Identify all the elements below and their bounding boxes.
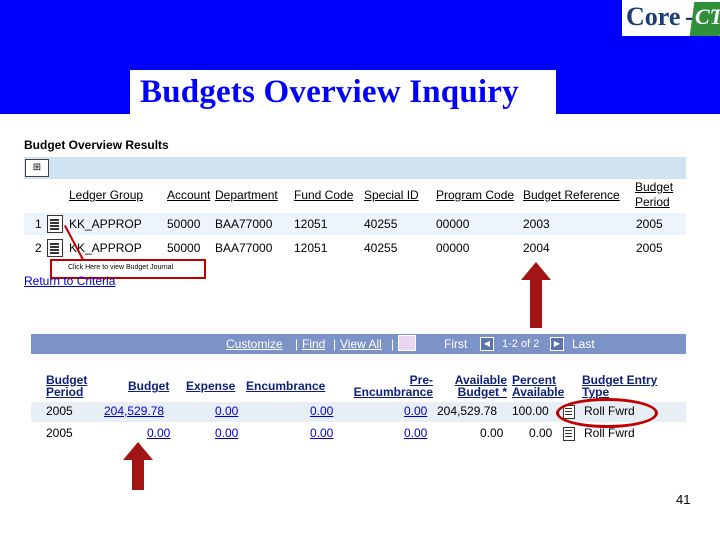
highlight-oval: [556, 398, 658, 428]
cell-program-code: 00000: [436, 241, 470, 255]
next-icon[interactable]: ▶: [550, 337, 564, 351]
col-encumbrance[interactable]: Encumbrance: [246, 380, 325, 392]
cell-special-id: 40255: [364, 241, 398, 255]
logo-ct-text: CT: [695, 4, 720, 29]
cell-percent-available: 100.00: [512, 404, 549, 418]
cell-budget-period: 2005: [46, 426, 73, 440]
expense-link[interactable]: 0.00: [215, 404, 238, 418]
cell-department: BAA77000: [215, 217, 273, 231]
col-budget-entry-type[interactable]: Budget Entry Type: [582, 374, 657, 398]
col-ledger-group[interactable]: Ledger Group: [69, 188, 143, 202]
page-title: Budgets Overview Inquiry: [140, 74, 519, 110]
col-budget-reference[interactable]: Budget Reference: [523, 188, 620, 202]
results-title: Budget Overview Results: [24, 138, 169, 152]
cell-special-id: 40255: [364, 217, 398, 231]
col-percent-available[interactable]: Percent Available: [512, 374, 564, 398]
return-to-criteria-link[interactable]: Return to Criteria: [24, 274, 115, 288]
col-special-id[interactable]: Special ID: [364, 188, 419, 202]
encumbrance-link[interactable]: 0.00: [310, 404, 333, 418]
nav-separator: |: [295, 337, 299, 351]
cell-budget-period: 2005: [636, 217, 663, 231]
up-arrow-icon: [123, 442, 153, 490]
row-number: 1: [35, 217, 42, 231]
core-ct-logo: Core - CT: [622, 0, 720, 36]
cell-available-budget: 0.00: [480, 426, 504, 440]
page-range: 1-2 of 2: [502, 338, 540, 350]
cell-account: 50000: [167, 241, 201, 255]
cell-account: 50000: [167, 217, 201, 231]
expense-link[interactable]: 0.00: [215, 426, 238, 440]
callout-text: Click Here to view Budget Journal: [68, 264, 174, 271]
encumbrance-link[interactable]: 0.00: [310, 426, 333, 440]
budget-journal-icon[interactable]: [47, 239, 63, 257]
results-toolbar: [24, 157, 686, 179]
col-fund-code[interactable]: Fund Code: [294, 188, 353, 202]
cell-program-code: 00000: [436, 217, 470, 231]
cell-budget-reference: 2003: [523, 217, 550, 231]
up-arrow-icon: [521, 262, 551, 328]
cell-department: BAA77000: [215, 241, 273, 255]
col-department[interactable]: Department: [215, 188, 278, 202]
col-expense[interactable]: Expense: [186, 380, 235, 392]
budget-amount-link[interactable]: 0.00: [147, 426, 170, 440]
entry-type-doc-icon[interactable]: [563, 427, 575, 441]
cell-budget-period: 2005: [46, 404, 73, 418]
budget-amount-link[interactable]: 204,529.78: [104, 404, 164, 418]
pre-encumbrance-link[interactable]: 0.00: [404, 404, 427, 418]
previous-icon[interactable]: ◀: [480, 337, 494, 351]
grid-options-icon[interactable]: ⊞: [25, 159, 49, 177]
budget-journal-icon[interactable]: [47, 215, 63, 233]
last-label[interactable]: Last: [572, 337, 595, 351]
col-budget-period[interactable]: Budget Period: [46, 374, 87, 398]
cell-ledger-group: KK_APPROP: [69, 217, 142, 231]
col-pre-encumbrance[interactable]: Pre- Encumbrance: [340, 374, 433, 398]
download-grid-icon[interactable]: [398, 335, 416, 351]
cell-budget-reference: 2004: [523, 241, 550, 255]
view-all-link[interactable]: View All: [340, 337, 382, 351]
row-number: 2: [35, 241, 42, 255]
cell-budget-period: 2005: [636, 241, 663, 255]
col-program-code[interactable]: Program Code: [436, 188, 514, 202]
cell-budget-entry-type: Roll Fwrd: [584, 426, 635, 440]
pre-encumbrance-link[interactable]: 0.00: [404, 426, 427, 440]
cell-fund-code: 12051: [294, 241, 328, 255]
nav-separator: |: [391, 337, 395, 351]
customize-link[interactable]: Customize: [226, 337, 283, 351]
find-link[interactable]: Find: [302, 337, 325, 351]
col-budget[interactable]: Budget: [128, 380, 169, 392]
slide-page-number: 41: [676, 492, 691, 507]
cell-percent-available: 0.00: [529, 426, 553, 440]
col-account[interactable]: Account: [167, 188, 210, 202]
logo-core-text: Core: [626, 2, 681, 31]
nav-separator: |: [333, 337, 337, 351]
col-available-budget[interactable]: Available Budget *: [449, 374, 507, 398]
cell-available-budget: 204,529.78: [437, 404, 498, 418]
first-label[interactable]: First: [444, 337, 467, 351]
col-budget-period[interactable]: Budget Period: [635, 180, 683, 210]
cell-fund-code: 12051: [294, 217, 328, 231]
